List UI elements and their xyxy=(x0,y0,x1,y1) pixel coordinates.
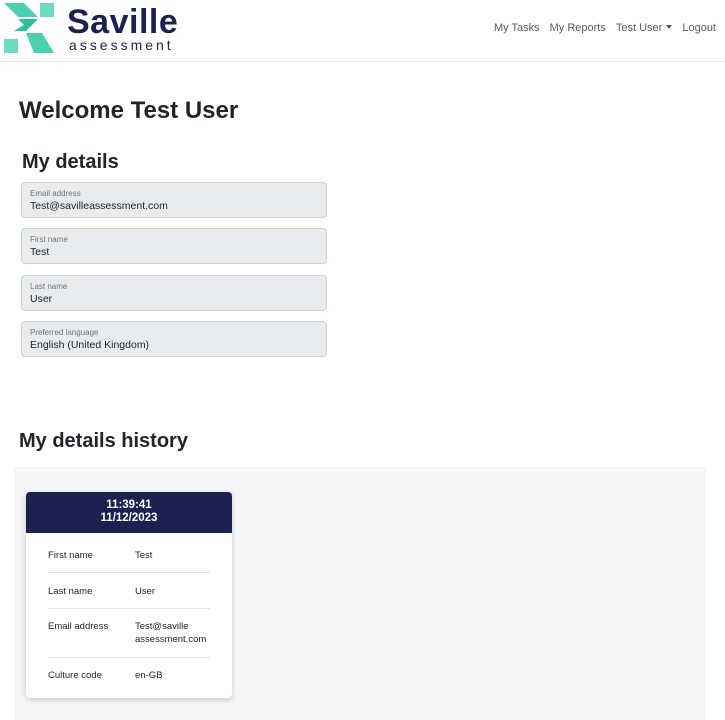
history-row-key: First name xyxy=(48,550,93,561)
saville-logo-mark-icon xyxy=(4,3,54,53)
top-navbar: Saville assessment My Tasks My Reports T… xyxy=(0,0,725,62)
last-name-field[interactable]: Last name User xyxy=(21,275,327,311)
history-row: Culture code en-GB xyxy=(48,658,210,696)
my-details-history-heading: My details history xyxy=(19,430,188,452)
user-menu-dropdown[interactable]: Test User xyxy=(615,20,673,36)
first-name-value: Test xyxy=(30,246,50,258)
nav-my-tasks[interactable]: My Tasks xyxy=(494,20,540,36)
email-value: Test@savilleassessment.com xyxy=(30,200,168,212)
history-row-key: Last name xyxy=(48,586,93,597)
history-row-value: Test@saville assessment.com xyxy=(135,621,207,645)
history-row: Last name User xyxy=(48,573,210,609)
preferred-language-value: English (United Kingdom) xyxy=(30,339,150,351)
last-name-value: User xyxy=(30,293,53,305)
last-name-label: Last name xyxy=(30,282,68,291)
history-row-key: Culture code xyxy=(48,670,102,681)
caret-down-icon xyxy=(666,25,673,29)
history-row-value: en-GB xyxy=(135,670,163,681)
history-card-header: 11:39:41 11/12/2023 xyxy=(26,492,232,533)
nav-my-reports[interactable]: My Reports xyxy=(550,20,606,36)
logo-wordmark: Saville xyxy=(67,3,179,41)
user-menu-label: Test User xyxy=(615,22,663,34)
nav-links: My Tasks My Reports Test User Logout xyxy=(494,20,716,36)
email-field[interactable]: Email address Test@savilleassessment.com xyxy=(21,182,327,218)
history-row-value: User xyxy=(135,586,156,597)
saville-logo[interactable]: Saville assessment xyxy=(4,3,178,55)
logo-tagline: assessment xyxy=(69,37,174,53)
history-time: 11:39:41 xyxy=(106,499,152,511)
email-label: Email address xyxy=(30,189,81,198)
first-name-field[interactable]: First name Test xyxy=(21,228,327,264)
page-title: Welcome Test User xyxy=(19,97,239,124)
nav-logout[interactable]: Logout xyxy=(682,20,716,36)
history-row: First name Test xyxy=(48,533,210,573)
my-details-heading: My details xyxy=(22,151,119,173)
preferred-language-field[interactable]: Preferred language English (United Kingd… xyxy=(21,321,327,357)
history-row-key: Email address xyxy=(48,621,109,632)
history-row-value: Test xyxy=(135,550,153,561)
preferred-language-label: Preferred language xyxy=(30,328,99,337)
history-date: 11/12/2023 xyxy=(100,512,158,524)
first-name-label: First name xyxy=(30,235,68,244)
history-card-body: First name Test Last name User Email add… xyxy=(26,533,232,696)
history-card: 11:39:41 11/12/2023 First name Test Last… xyxy=(26,492,232,698)
history-row: Email address Test@saville assessment.co… xyxy=(48,609,210,658)
